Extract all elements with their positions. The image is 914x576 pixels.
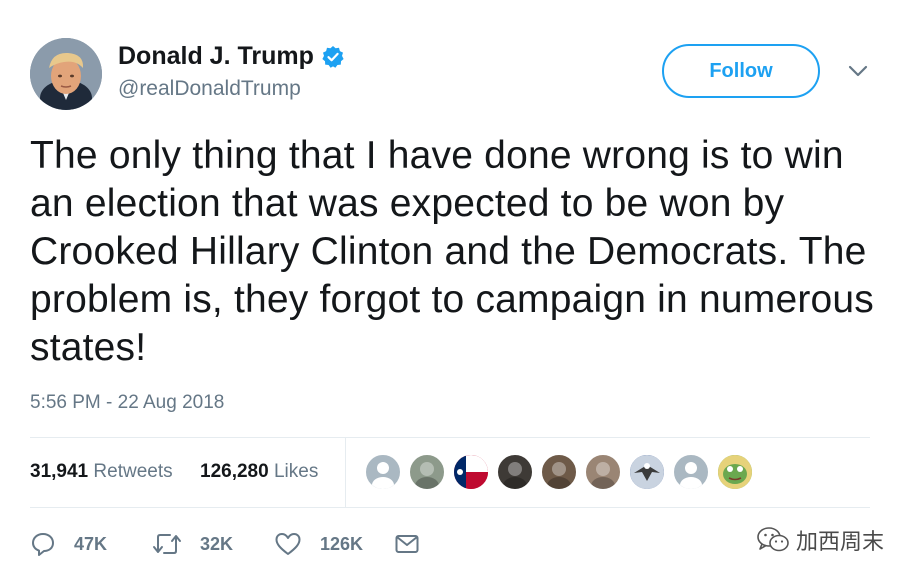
likes-label: Likes <box>273 461 319 482</box>
tweet-timestamp[interactable]: 5:56 PM - 22 Aug 2018 <box>30 392 224 414</box>
author-info: Donald J. Trump @realDonaldTrump <box>118 42 345 101</box>
wechat-icon <box>757 527 789 552</box>
tweet-text: The only thing that I have done wrong is… <box>30 134 874 369</box>
tweet-stats: 31,941 Retweets 126,280 Likes <box>30 437 870 507</box>
author-avatar[interactable] <box>30 38 102 110</box>
divider <box>30 507 870 508</box>
likes-count: 126,280 <box>200 461 269 482</box>
dark-photo-avatar[interactable] <box>496 453 534 491</box>
retweet-icon <box>153 534 181 554</box>
frog-avatar[interactable] <box>716 453 754 491</box>
tweet-actions: 47K 32K 126K <box>30 528 630 560</box>
texas-flag-avatar[interactable] <box>452 453 490 491</box>
landscape-avatar[interactable] <box>408 453 446 491</box>
chevron-down-icon[interactable] <box>848 64 868 78</box>
like-icon <box>275 533 301 555</box>
reply-button[interactable]: 47K <box>30 528 107 560</box>
message-icon <box>395 535 419 553</box>
like-button[interactable]: 126K <box>274 528 363 560</box>
selfie-avatar[interactable] <box>584 453 622 491</box>
portrait-avatar[interactable] <box>540 453 578 491</box>
reply-icon <box>32 533 54 556</box>
follow-button[interactable]: Follow <box>662 44 820 98</box>
retweet-button[interactable]: 32K <box>152 528 233 560</box>
retweets-label: Retweets <box>93 461 173 482</box>
watermark: 加西周末 <box>756 524 884 556</box>
retweet-count: 32K <box>200 533 234 554</box>
stats-separator <box>345 437 346 507</box>
profile-photo-icon <box>30 38 102 110</box>
watermark-text: 加西周末 <box>796 530 885 555</box>
author-display-name[interactable]: Donald J. Trump <box>118 42 314 71</box>
tweet-header: Donald J. Trump @realDonaldTrump Follow <box>30 38 880 112</box>
retweets-stat[interactable]: 31,941 Retweets <box>30 461 173 483</box>
default-profile-avatar-2[interactable] <box>672 453 710 491</box>
like-count: 126K <box>320 533 364 554</box>
default-profile-avatar[interactable] <box>364 453 402 491</box>
verified-badge-icon <box>321 45 345 69</box>
eagle-avatar[interactable] <box>628 453 666 491</box>
author-handle[interactable]: @realDonaldTrump <box>118 77 345 101</box>
direct-message-button[interactable] <box>394 528 420 560</box>
likes-stat[interactable]: 126,280 Likes <box>200 461 318 483</box>
reply-count: 47K <box>74 533 108 554</box>
retweets-count: 31,941 <box>30 461 89 482</box>
